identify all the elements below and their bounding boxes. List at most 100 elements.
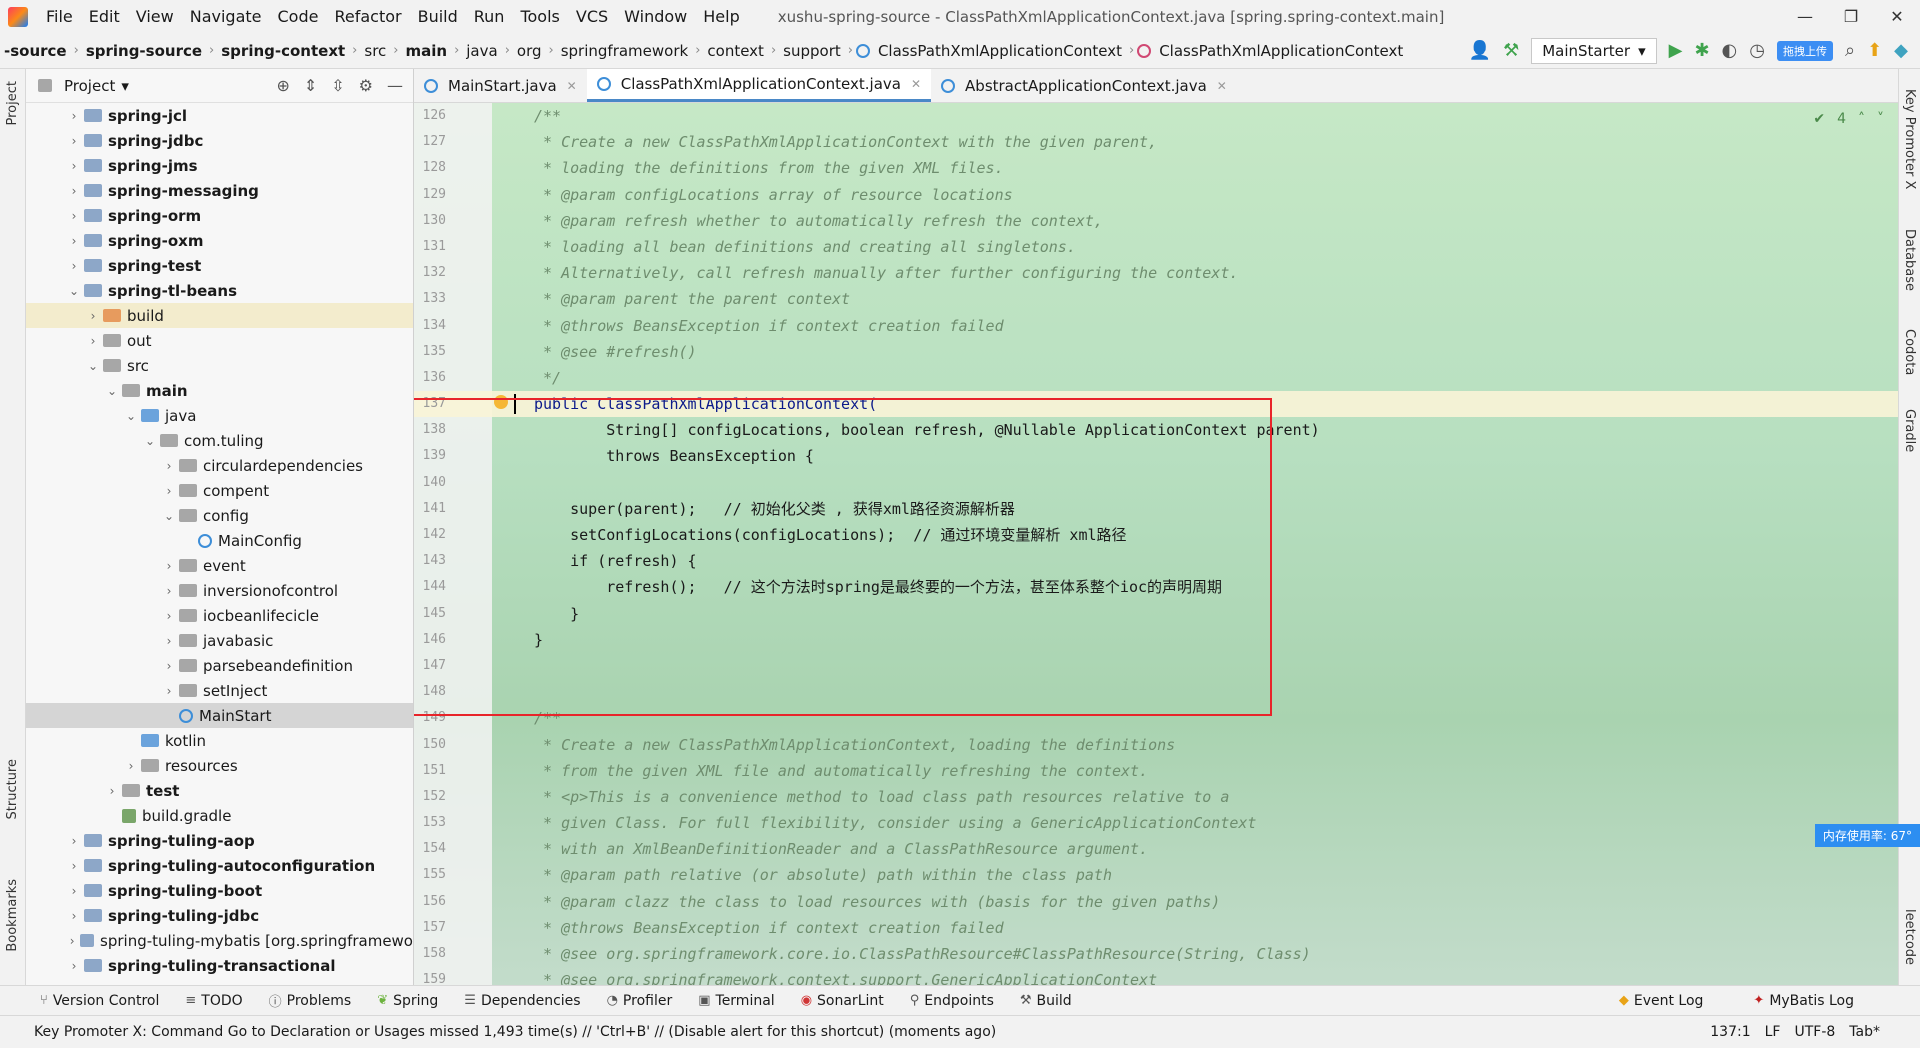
- code-line[interactable]: 150 * Create a new ClassPathXmlApplicati…: [414, 732, 1898, 758]
- code-line[interactable]: 134 * @throws BeansException if context …: [414, 313, 1898, 339]
- tree-item[interactable]: MainConfig: [26, 528, 413, 553]
- chevron-down-icon[interactable]: ⌄: [85, 359, 101, 373]
- line-number[interactable]: 131: [414, 234, 446, 260]
- line-number[interactable]: 134: [414, 313, 446, 339]
- problems-button[interactable]: ⓘ Problems: [269, 991, 352, 1011]
- tree-item[interactable]: › spring-tuling-mybatis [org.springframew…: [26, 928, 413, 953]
- code-line[interactable]: 135 * @see #refresh(): [414, 339, 1898, 365]
- tree-item[interactable]: › spring-jcl: [26, 103, 413, 128]
- chevron-right-icon[interactable]: ›: [66, 184, 82, 198]
- line-number[interactable]: 127: [414, 129, 446, 155]
- menu-file[interactable]: File: [38, 0, 81, 33]
- tree-item[interactable]: ⌄ spring-tl-beans: [26, 278, 413, 303]
- tree-item[interactable]: › spring-tuling-autoconfiguration: [26, 853, 413, 878]
- breadcrumb-item[interactable]: java: [462, 42, 501, 60]
- tree-item[interactable]: › spring-oxm: [26, 228, 413, 253]
- tree-item[interactable]: › event: [26, 553, 413, 578]
- line-number[interactable]: 130: [414, 208, 446, 234]
- close-icon[interactable]: ✕: [567, 79, 577, 93]
- chevron-right-icon[interactable]: ›: [123, 759, 139, 773]
- line-number[interactable]: 157: [414, 915, 446, 941]
- line-number[interactable]: 136: [414, 365, 446, 391]
- chevron-right-icon[interactable]: ›: [161, 659, 177, 673]
- chevron-right-icon[interactable]: ›: [161, 559, 177, 573]
- tree-item[interactable]: ⌄ src: [26, 353, 413, 378]
- menu-build[interactable]: Build: [410, 0, 466, 33]
- breadcrumb-item[interactable]: springframework: [557, 42, 692, 60]
- line-number[interactable]: 135: [414, 339, 446, 365]
- breadcrumb-item[interactable]: -source: [0, 42, 71, 60]
- line-number[interactable]: 133: [414, 286, 446, 312]
- tree-item[interactable]: ⌄ config: [26, 503, 413, 528]
- menu-code[interactable]: Code: [270, 0, 327, 33]
- line-number[interactable]: 154: [414, 836, 446, 862]
- chevron-right-icon[interactable]: ›: [161, 609, 177, 623]
- menu-window[interactable]: Window: [616, 0, 695, 33]
- tree-item[interactable]: › out: [26, 328, 413, 353]
- tree-item[interactable]: › spring-tuling-boot: [26, 878, 413, 903]
- tree-item[interactable]: › parsebeandefinition: [26, 653, 413, 678]
- tab-abstractapplicationcontext[interactable]: AbstractApplicationContext.java ✕: [931, 69, 1237, 102]
- chevron-right-icon[interactable]: ›: [161, 584, 177, 598]
- chevron-down-icon[interactable]: ⌄: [66, 284, 82, 298]
- line-number[interactable]: 150: [414, 732, 446, 758]
- menu-run[interactable]: Run: [466, 0, 513, 33]
- chevron-down-icon[interactable]: ˅: [1877, 111, 1884, 127]
- codota-tool-button[interactable]: Codota: [1902, 329, 1917, 375]
- tree-item[interactable]: › circulardependencies: [26, 453, 413, 478]
- tree-item[interactable]: › spring-tuling-aop: [26, 828, 413, 853]
- tab-classpathxmlapplicationcontext[interactable]: ClassPathXmlApplicationContext.java ✕: [586, 69, 932, 102]
- chevron-right-icon[interactable]: ›: [85, 334, 101, 348]
- code-line[interactable]: 129 * @param configLocations array of re…: [414, 182, 1898, 208]
- code-area[interactable]: 126 /** 127 * Create a new ClassPathXmlApp…: [414, 103, 1898, 985]
- dependencies-button[interactable]: ☰ Dependencies: [464, 993, 580, 1009]
- version-control-button[interactable]: ⑂ Version Control: [40, 993, 159, 1009]
- menu-vcs[interactable]: VCS: [568, 0, 616, 33]
- close-icon[interactable]: ✕: [1217, 79, 1227, 93]
- event-log-button[interactable]: ◆ Event Log: [1619, 993, 1704, 1009]
- line-number[interactable]: 158: [414, 941, 446, 967]
- breadcrumb-item[interactable]: spring-source: [82, 42, 206, 60]
- chevron-right-icon[interactable]: ›: [66, 884, 82, 898]
- database-tool-button[interactable]: Database: [1902, 229, 1917, 291]
- project-panel-title[interactable]: Project: [64, 77, 115, 95]
- line-number[interactable]: 153: [414, 810, 446, 836]
- chevron-right-icon[interactable]: ›: [161, 484, 177, 498]
- tree-item[interactable]: ⌄ main: [26, 378, 413, 403]
- line-number[interactable]: 129: [414, 182, 446, 208]
- tree-item[interactable]: › inversionofcontrol: [26, 578, 413, 603]
- project-tool-button[interactable]: Project: [5, 81, 20, 125]
- terminal-button[interactable]: ▣ Terminal: [698, 993, 774, 1009]
- tree-item[interactable]: › spring-orm: [26, 203, 413, 228]
- code-line[interactable]: 153 * given Class. For full flexibility,…: [414, 810, 1898, 836]
- chevron-right-icon[interactable]: ›: [85, 309, 101, 323]
- spring-button[interactable]: ❦ Spring: [377, 993, 438, 1009]
- code-line[interactable]: 136 */: [414, 365, 1898, 391]
- line-number[interactable]: 159: [414, 967, 446, 985]
- tree-item[interactable]: › test: [26, 778, 413, 803]
- inspection-widget[interactable]: ✔ 4 ˄ ˅: [1813, 111, 1884, 127]
- profiler-button[interactable]: ◔ Profiler: [607, 993, 673, 1009]
- menu-tools[interactable]: Tools: [512, 0, 567, 33]
- gear-icon[interactable]: ⚙: [359, 76, 373, 95]
- chevron-right-icon[interactable]: ›: [66, 934, 78, 948]
- code-line[interactable]: 132 * Alternatively, call refresh manual…: [414, 260, 1898, 286]
- code-line[interactable]: 131 * loading all bean definitions and c…: [414, 234, 1898, 260]
- leetcode-tool-button[interactable]: leetcode: [1902, 909, 1917, 965]
- code-line[interactable]: 130 * @param refresh whether to automati…: [414, 208, 1898, 234]
- caret-position[interactable]: 137:1: [1710, 1024, 1750, 1040]
- chevron-right-icon[interactable]: ›: [66, 834, 82, 848]
- chevron-right-icon[interactable]: ›: [66, 234, 82, 248]
- tree-item[interactable]: › spring-jdbc: [26, 128, 413, 153]
- close-icon[interactable]: ✕: [911, 77, 921, 91]
- tree-item[interactable]: › spring-test: [26, 253, 413, 278]
- maximize-button[interactable]: ❐: [1828, 0, 1874, 33]
- file-encoding[interactable]: UTF-8: [1794, 1024, 1835, 1040]
- code-line[interactable]: 151 * from the given XML file and automa…: [414, 758, 1898, 784]
- breadcrumb-item[interactable]: support: [779, 42, 845, 60]
- code-line[interactable]: 154 * with an XmlBeanDefinitionReader an…: [414, 836, 1898, 862]
- tree-item[interactable]: › build: [26, 303, 413, 328]
- todo-button[interactable]: ≡ TODO: [185, 993, 242, 1009]
- code-line[interactable]: 155 * @param path relative (or absolute)…: [414, 862, 1898, 888]
- code-line[interactable]: 157 * @throws BeansException if context …: [414, 915, 1898, 941]
